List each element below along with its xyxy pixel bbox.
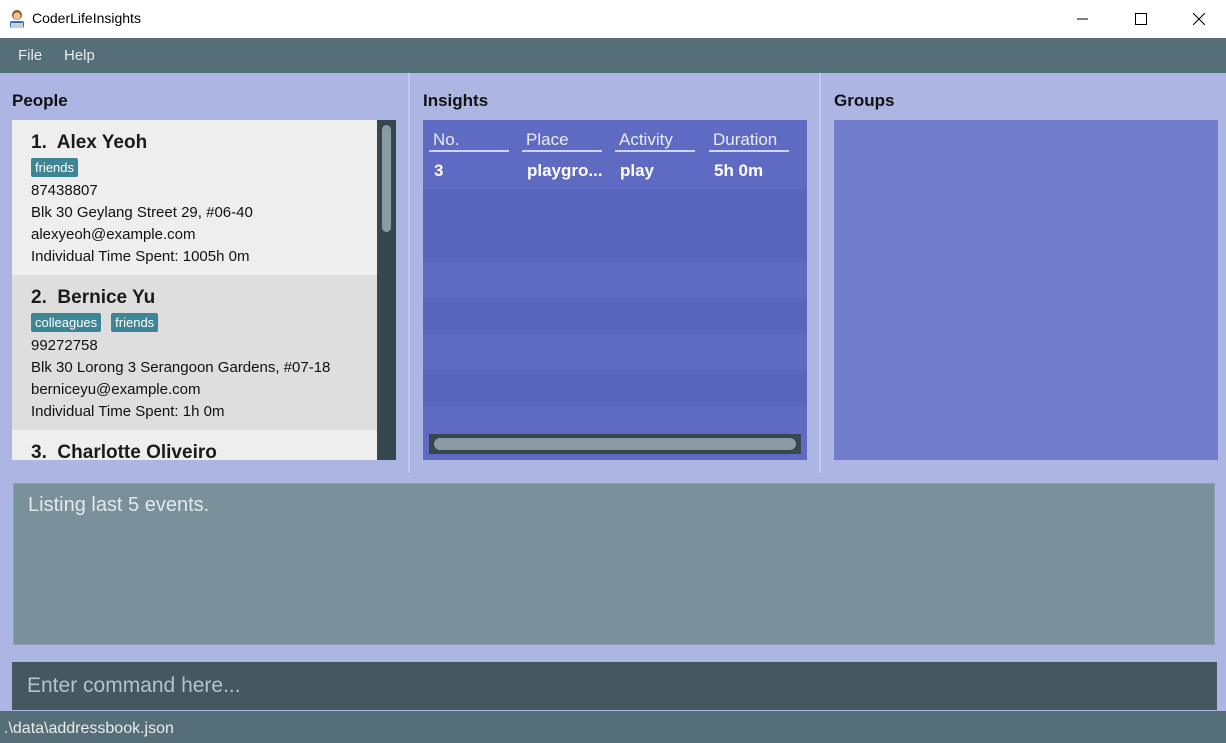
person-time-spent: Individual Time Spent: 1005h 0m bbox=[31, 248, 250, 265]
person-phone: 99272758 bbox=[31, 337, 98, 354]
menu-help[interactable]: Help bbox=[64, 47, 95, 64]
status-bar: .\data\addressbook.json bbox=[0, 711, 1226, 743]
person-card[interactable]: 2. Bernice Yu colleagues friends 9927275… bbox=[12, 275, 377, 430]
window-title: CoderLifeInsights bbox=[32, 10, 141, 26]
minimize-button[interactable] bbox=[1054, 0, 1112, 38]
person-time-spent: Individual Time Spent: 1h 0m bbox=[31, 403, 225, 420]
table-row-empty bbox=[423, 370, 807, 406]
person-card[interactable]: 1. Alex Yeoh friends 87438807 Blk 30 Gey… bbox=[12, 120, 377, 275]
minimize-icon bbox=[1077, 18, 1088, 20]
coder-person-icon bbox=[10, 10, 24, 28]
command-input[interactable] bbox=[12, 662, 1217, 710]
table-row-empty bbox=[423, 189, 807, 226]
person-address: Blk 30 Lorong 3 Serangoon Gardens, #07-1… bbox=[31, 359, 331, 376]
cell-activity: play bbox=[620, 161, 655, 180]
column-header-activity[interactable]: Activity bbox=[619, 130, 673, 150]
close-button[interactable] bbox=[1170, 0, 1226, 38]
close-icon bbox=[1193, 13, 1205, 25]
table-row-empty bbox=[423, 298, 807, 334]
people-scrollbar[interactable] bbox=[377, 120, 396, 460]
column-header-duration[interactable]: Duration bbox=[713, 130, 777, 150]
person-address: Blk 30 Geylang Street 29, #06-40 bbox=[31, 204, 253, 221]
person-tags: friends bbox=[31, 158, 79, 177]
table-row-empty bbox=[423, 334, 807, 370]
scrollbar-thumb[interactable] bbox=[382, 125, 391, 232]
insights-horizontal-scrollbar[interactable] bbox=[429, 434, 801, 454]
people-panel-title: People bbox=[12, 91, 68, 110]
maximize-button[interactable] bbox=[1112, 0, 1170, 38]
person-name-text: Charlotte Oliveiro bbox=[57, 442, 217, 460]
people-list[interactable]: 1. Alex Yeoh friends 87438807 Blk 30 Gey… bbox=[12, 120, 396, 460]
person-name: 2. Bernice Yu bbox=[31, 287, 155, 309]
tag-label: friends bbox=[111, 313, 159, 332]
cell-no: 3 bbox=[434, 161, 444, 180]
table-row-empty bbox=[423, 262, 807, 298]
person-index: 2. bbox=[31, 287, 47, 308]
insights-panel-title: Insights bbox=[423, 91, 489, 110]
command-box bbox=[12, 662, 1217, 710]
result-display: Listing last 5 events. bbox=[13, 483, 1215, 645]
person-index: 3. bbox=[31, 442, 47, 460]
person-name: 1. Alex Yeoh bbox=[31, 132, 147, 154]
person-email: berniceyu@example.com bbox=[31, 381, 201, 398]
column-divider bbox=[709, 150, 789, 152]
table-row-empty bbox=[423, 226, 807, 262]
person-name: 3. Charlotte Oliveiro bbox=[31, 442, 217, 460]
table-row[interactable]: 3 playgro... play 5h 0m bbox=[423, 153, 807, 189]
column-divider bbox=[522, 150, 602, 152]
column-header-no[interactable]: No. bbox=[433, 130, 459, 150]
scrollbar-thumb[interactable] bbox=[434, 438, 796, 450]
person-name-text: Bernice Yu bbox=[57, 287, 156, 308]
panel-divider bbox=[819, 73, 821, 473]
tag-label: colleagues bbox=[31, 313, 102, 332]
person-tags: colleagues friends bbox=[31, 313, 159, 332]
cell-place: playgro... bbox=[527, 161, 603, 180]
title-bar: CoderLifeInsights bbox=[0, 0, 1226, 38]
menu-bar: File Help bbox=[0, 38, 1226, 73]
column-divider bbox=[615, 150, 695, 152]
cell-duration: 5h 0m bbox=[714, 161, 764, 180]
person-card[interactable]: 3. Charlotte Oliveiro bbox=[12, 430, 377, 460]
groups-list[interactable] bbox=[834, 120, 1218, 460]
panel-divider bbox=[408, 73, 410, 473]
column-divider bbox=[429, 150, 509, 152]
maximize-icon bbox=[1135, 13, 1147, 25]
column-header-place[interactable]: Place bbox=[526, 130, 569, 150]
groups-panel-title: Groups bbox=[834, 91, 895, 110]
tag-label: friends bbox=[31, 158, 79, 177]
menu-file[interactable]: File bbox=[18, 47, 42, 64]
person-phone: 87438807 bbox=[31, 182, 98, 199]
save-location-path: .\data\addressbook.json bbox=[4, 720, 174, 737]
result-message: Listing last 5 events. bbox=[28, 494, 210, 516]
person-index: 1. bbox=[31, 132, 47, 153]
insights-table[interactable]: No. Place Activity Duration 3 playgro...… bbox=[423, 120, 807, 460]
person-name-text: Alex Yeoh bbox=[56, 132, 148, 153]
person-email: alexyeoh@example.com bbox=[31, 226, 196, 243]
